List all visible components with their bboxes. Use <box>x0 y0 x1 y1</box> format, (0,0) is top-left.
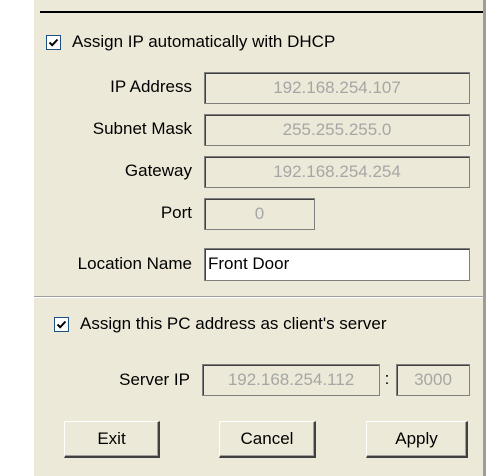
server-port-field[interactable]: 3000 <box>396 364 470 396</box>
client-server-checkbox[interactable] <box>54 317 69 332</box>
port-field[interactable]: 0 <box>204 198 315 230</box>
checkmark-icon <box>56 320 67 329</box>
server-ip-field[interactable]: 192.168.254.112 <box>202 364 380 396</box>
gateway-label: Gateway <box>124 161 192 180</box>
exit-button[interactable]: Exit <box>64 421 160 458</box>
top-divider <box>40 11 483 13</box>
port-label: Port <box>160 203 192 222</box>
gateway-field[interactable]: 192.168.254.254 <box>204 156 470 188</box>
subnet-mask-label: Subnet Mask <box>92 119 192 138</box>
client-server-label: Assign this PC address as client's serve… <box>80 314 387 333</box>
server-ip-label: Server IP <box>119 370 190 389</box>
server-port-separator: : <box>384 369 390 388</box>
ip-address-label: IP Address <box>110 77 192 96</box>
ip-address-field[interactable]: 192.168.254.107 <box>204 72 470 104</box>
apply-button[interactable]: Apply <box>366 421 468 458</box>
panel-right-edge <box>483 0 486 476</box>
cancel-button[interactable]: Cancel <box>219 421 316 458</box>
location-name-label: Location Name <box>77 254 192 273</box>
location-name-input[interactable]: Front Door <box>204 248 470 281</box>
dhcp-label: Assign IP automatically with DHCP <box>72 32 336 51</box>
dhcp-checkbox[interactable] <box>46 35 61 50</box>
section-divider-highlight <box>34 297 483 298</box>
checkmark-icon <box>48 38 59 47</box>
subnet-mask-field[interactable]: 255.255.255.0 <box>204 114 470 146</box>
